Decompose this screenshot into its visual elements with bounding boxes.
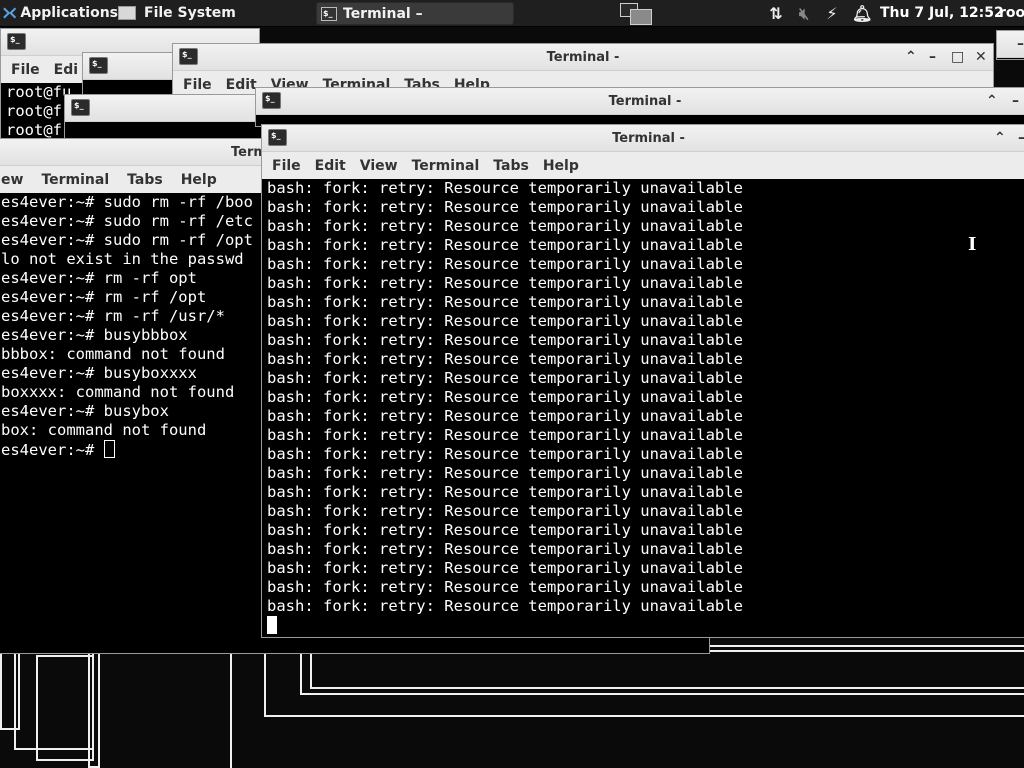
- menu-view[interactable]: View: [360, 158, 398, 174]
- terminal-icon: $_: [262, 92, 281, 109]
- redraw-artifact: [88, 650, 100, 768]
- output-line: bash: fork: retry: Resource temporarily …: [267, 198, 743, 216]
- output-line: bash: fork: retry: Resource temporarily …: [267, 426, 743, 444]
- power-icon[interactable]: ⚡︎: [824, 4, 840, 23]
- output-line: bash: fork: retry: Resource temporarily …: [267, 293, 743, 311]
- applications-label: Applications: [20, 5, 118, 21]
- drive-icon: [118, 6, 136, 20]
- menu-help[interactable]: Help: [543, 158, 579, 174]
- network-arrows-icon[interactable]: ⇅: [768, 4, 784, 23]
- terminal-output[interactable]: bash: fork: retry: Resource temporarily …: [262, 179, 1024, 637]
- output-line: bash: fork: retry: Resource temporarily …: [267, 540, 743, 558]
- menu-terminal[interactable]: Terminal: [412, 158, 480, 174]
- menu-edit[interactable]: Edit: [315, 158, 346, 174]
- titlebar[interactable]: –: [997, 31, 1024, 58]
- terminal-window-front[interactable]: $_ Terminal - ⌃ – File Edit View Termina…: [261, 124, 1024, 638]
- titlebar[interactable]: $_ Terminal - ⌃ –: [256, 88, 1024, 115]
- terminal-icon: $_: [268, 129, 287, 146]
- output-line: bash: fork: retry: Resource temporarily …: [267, 179, 743, 197]
- menubar: File Edit View Terminal Tabs Help: [262, 152, 1024, 179]
- xfce-mouse-icon: [3, 7, 17, 19]
- titlebar[interactable]: $_: [83, 53, 181, 80]
- redraw-artifact: [36, 655, 94, 761]
- output-line: bash: fork: retry: Resource temporarily …: [267, 597, 743, 615]
- volume-muted-icon[interactable]: 🔇︎: [796, 4, 812, 24]
- output-line: bash: fork: retry: Resource temporarily …: [267, 445, 743, 463]
- minimize-button[interactable]: –: [1012, 88, 1019, 115]
- terminal-window-back-5[interactable]: $_: [64, 94, 264, 144]
- window-title: Terminal -: [612, 131, 685, 146]
- output-line: bash: fork: retry: Resource temporarily …: [267, 559, 743, 577]
- output-line: root@fu: [6, 83, 72, 101]
- shade-button[interactable]: ⌃: [994, 125, 1006, 152]
- bell-icon[interactable]: 🔔︎: [852, 4, 872, 23]
- clock[interactable]: Thu 7 Jul, 12:52: [880, 0, 1004, 27]
- applications-menu[interactable]: Applications: [0, 0, 118, 27]
- output-line: bash: fork: retry: Resource temporarily …: [267, 331, 743, 349]
- terminal-icon: $_: [321, 6, 337, 21]
- output-line: bash: fork: retry: Resource temporarily …: [267, 274, 743, 292]
- output-line: bash: fork: retry: Resource temporarily …: [267, 388, 743, 406]
- terminal-icon: $_: [179, 48, 198, 65]
- menu-edit[interactable]: Edit: [226, 77, 257, 93]
- maximize-button[interactable]: □: [951, 44, 964, 71]
- minimize-button[interactable]: –: [929, 44, 936, 71]
- titlebar[interactable]: $_ Terminal - ⌃ –: [262, 125, 1024, 152]
- file-system-launcher[interactable]: File System: [118, 0, 318, 27]
- output-line: bash: fork: retry: Resource temporarily …: [267, 407, 743, 425]
- text-cursor: [103, 440, 115, 458]
- titlebar[interactable]: $_ Terminal - ⌃ – □ ✕: [173, 44, 993, 71]
- output-line: bash: fork: retry: Resource temporarily …: [267, 483, 743, 501]
- menu-tabs[interactable]: Tabs: [493, 158, 529, 174]
- terminal-icon: $_: [7, 33, 26, 50]
- output-line: bash: fork: retry: Resource temporarily …: [267, 217, 743, 235]
- ibeam-cursor-icon: I: [968, 234, 977, 255]
- menu-edit[interactable]: Edi: [54, 62, 78, 78]
- output-line: root@f: [6, 121, 62, 139]
- user-menu[interactable]: root: [999, 0, 1024, 27]
- terminal-window-back-4[interactable]: –: [996, 30, 1024, 60]
- top-panel: Applications File System $_ Terminal – ⇅…: [0, 0, 1024, 27]
- minimize-button[interactable]: –: [1018, 125, 1024, 152]
- terminal-icon: $_: [71, 99, 90, 116]
- menu-terminal[interactable]: Terminal: [41, 172, 109, 188]
- close-button[interactable]: ✕: [975, 44, 987, 71]
- workspace-switcher[interactable]: [618, 1, 654, 25]
- output-line: root@f: [6, 102, 62, 120]
- output-line: bash: fork: retry: Resource temporarily …: [267, 350, 743, 368]
- menu-help[interactable]: Help: [181, 172, 217, 188]
- output-line: bash: fork: retry: Resource temporarily …: [267, 255, 743, 273]
- menu-file[interactable]: File: [183, 77, 212, 93]
- workspace-2[interactable]: [630, 9, 652, 25]
- terminal-window-back-6[interactable]: $_ Terminal - ⌃ –: [255, 87, 1024, 127]
- output-line: bash: fork: retry: Resource temporarily …: [267, 521, 743, 539]
- system-tray: ⇅ 🔇︎ ⚡︎ 🔔︎: [768, 0, 880, 27]
- taskbar-label: Terminal –: [343, 5, 423, 22]
- titlebar[interactable]: $_: [65, 95, 263, 122]
- output-line: bash: fork: retry: Resource temporarily …: [267, 369, 743, 387]
- menu-file[interactable]: File: [11, 62, 40, 78]
- menu-view[interactable]: ew: [1, 172, 23, 188]
- output-line: bash: fork: retry: Resource temporarily …: [267, 578, 743, 596]
- shade-button[interactable]: ⌃: [905, 44, 917, 71]
- output-line: bash: fork: retry: Resource temporarily …: [267, 464, 743, 482]
- output-line: bash: fork: retry: Resource temporarily …: [267, 236, 743, 254]
- output-line: bash: fork: retry: Resource temporarily …: [267, 312, 743, 330]
- window-title: Terminal -: [546, 50, 620, 65]
- menu-tabs[interactable]: Tabs: [127, 172, 163, 188]
- terminal-icon: $_: [89, 57, 108, 74]
- file-system-label: File System: [144, 5, 236, 21]
- taskbar-button-terminal[interactable]: $_ Terminal –: [316, 2, 514, 25]
- window-title: Terminal -: [608, 94, 682, 109]
- shade-button[interactable]: ⌃: [986, 88, 998, 115]
- output-line: bash: fork: retry: Resource temporarily …: [267, 502, 743, 520]
- menu-file[interactable]: File: [272, 158, 301, 174]
- minimize-button[interactable]: –: [1017, 31, 1024, 58]
- text-cursor: [267, 616, 1024, 635]
